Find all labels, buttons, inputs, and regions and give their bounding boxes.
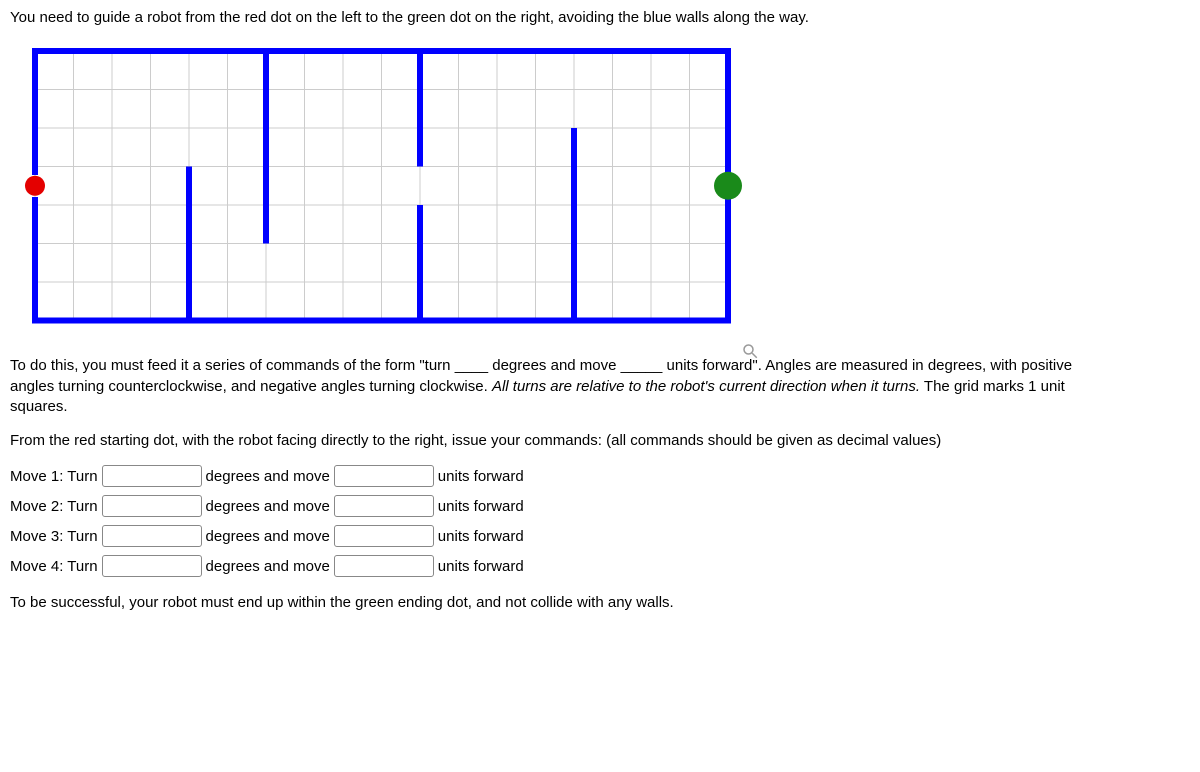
start-dot	[25, 176, 45, 196]
move-end: units forward	[438, 528, 524, 545]
move-mid: degrees and move	[206, 558, 330, 575]
prompt-text: From the red starting dot, with the robo…	[10, 431, 1110, 451]
move-label: Move 3: Turn	[10, 528, 98, 545]
move-end: units forward	[438, 558, 524, 575]
move-row: Move 1: Turn degrees and move units forw…	[10, 465, 1110, 487]
distance-input[interactable]	[334, 495, 434, 517]
end-dot	[714, 172, 742, 200]
turn-input[interactable]	[102, 465, 202, 487]
move-mid: degrees and move	[206, 468, 330, 485]
move-label: Move 1: Turn	[10, 468, 98, 485]
turn-input[interactable]	[102, 555, 202, 577]
distance-input[interactable]	[334, 555, 434, 577]
distance-input[interactable]	[334, 525, 434, 547]
turn-input[interactable]	[102, 495, 202, 517]
intro-text: You need to guide a robot from the red d…	[10, 8, 1110, 28]
explanation-text: To do this, you must feed it a series of…	[10, 356, 1110, 417]
turn-input[interactable]	[102, 525, 202, 547]
move-mid: degrees and move	[206, 498, 330, 515]
distance-input[interactable]	[334, 465, 434, 487]
move-row: Move 4: Turn degrees and move units forw…	[10, 555, 1110, 577]
move-end: units forward	[438, 498, 524, 515]
magnify-icon[interactable]	[741, 342, 759, 360]
move-label: Move 4: Turn	[10, 558, 98, 575]
maze-diagram	[10, 46, 745, 346]
maze-svg	[10, 46, 745, 341]
move-mid: degrees and move	[206, 528, 330, 545]
move-row: Move 2: Turn degrees and move units forw…	[10, 495, 1110, 517]
footer-text: To be successful, your robot must end up…	[10, 593, 1110, 613]
move-end: units forward	[438, 468, 524, 485]
move-row: Move 3: Turn degrees and move units forw…	[10, 525, 1110, 547]
moves-list: Move 1: Turn degrees and move units forw…	[10, 465, 1110, 577]
move-label: Move 2: Turn	[10, 498, 98, 515]
